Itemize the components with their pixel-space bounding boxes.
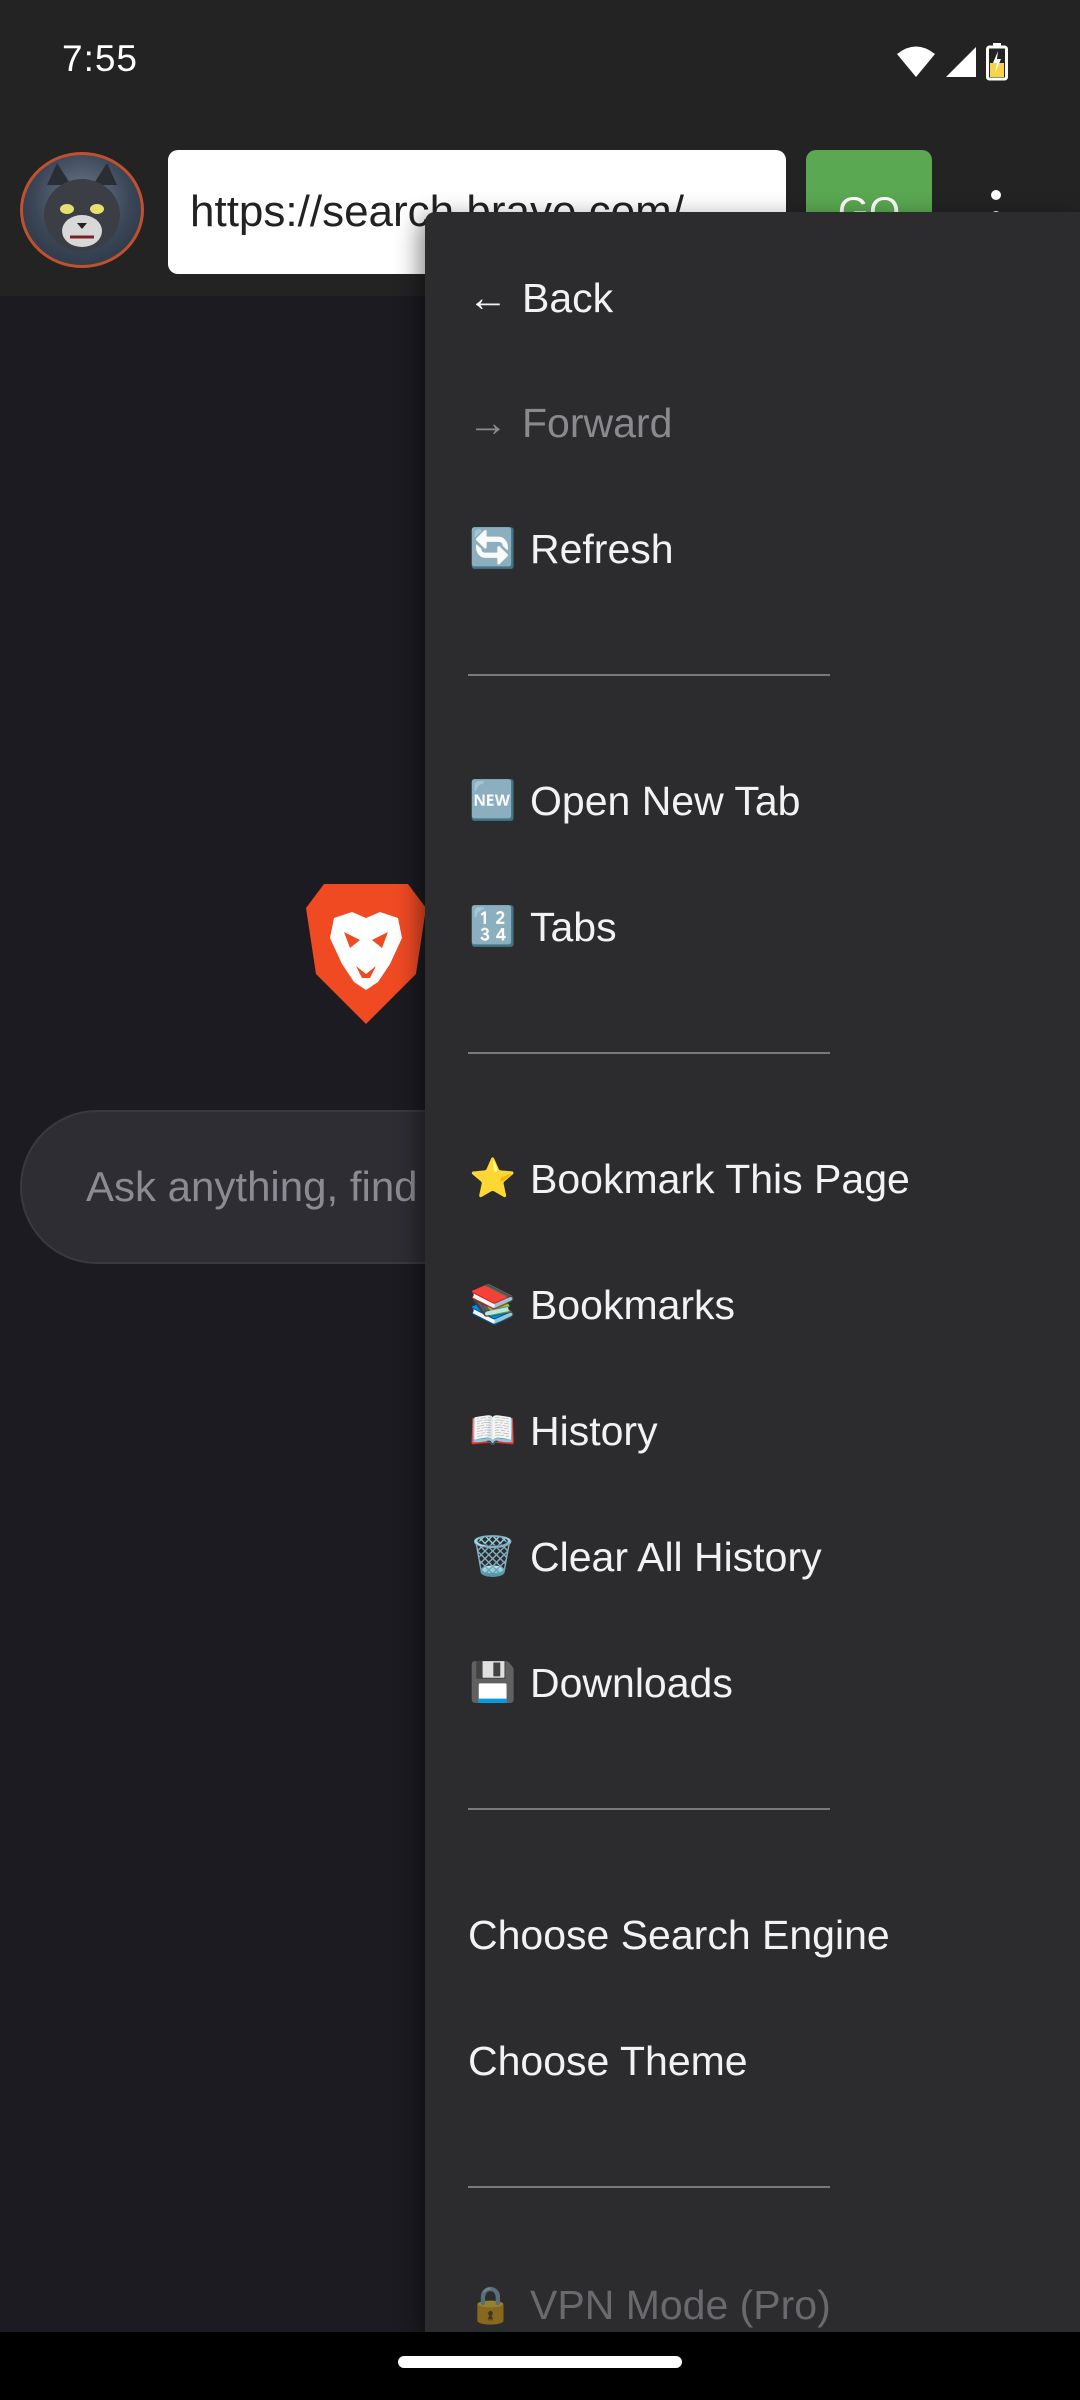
menu-item-back[interactable]: ← Back (468, 248, 613, 348)
forward-arrow-icon: → (468, 400, 508, 445)
menu-item-label: Open New Tab (530, 777, 801, 824)
books-icon: 📚 (469, 1284, 517, 1326)
menu-item-label: Downloads (530, 1659, 733, 1706)
menu-item-label: Bookmarks (530, 1281, 736, 1328)
open-book-icon: 📖 (469, 1410, 517, 1452)
cellular-signal-icon (944, 45, 978, 84)
battery-charging-icon (986, 42, 1008, 86)
menu-item-choose-search-engine[interactable]: Choose Search Engine (468, 1885, 890, 1985)
more-dot (991, 190, 1001, 200)
floppy-disk-icon: 💾 (469, 1662, 517, 1704)
menu-separator (468, 674, 830, 676)
back-arrow-icon: ← (468, 275, 508, 320)
wastebasket-icon: 🗑️ (469, 1536, 517, 1578)
menu-item-history[interactable]: 📖 History (468, 1381, 658, 1481)
menu-item-label: Choose Search Engine (468, 1911, 890, 1958)
menu-item-forward[interactable]: → Forward (468, 373, 672, 473)
wifi-icon (896, 45, 936, 84)
menu-item-label: Tabs (530, 903, 617, 950)
menu-item-label: Back (522, 274, 614, 321)
menu-separator (468, 1808, 830, 1810)
menu-item-label: Choose Theme (468, 2037, 748, 2084)
refresh-icon: 🔄 (469, 528, 517, 570)
menu-item-label: History (530, 1407, 658, 1454)
menu-item-label: Bookmark This Page (530, 1155, 910, 1202)
menu-item-vpn-mode[interactable]: 🔒 VPN Mode (Pro) (468, 2270, 831, 2332)
lock-icon: 🔒 (468, 2284, 513, 2325)
overflow-menu: ← Back → Forward 🔄 Refresh 🆕 Open New Ta… (425, 212, 1080, 2332)
brave-lion-logo-icon (306, 884, 426, 1024)
status-icons (896, 42, 1008, 86)
profile-avatar[interactable] (20, 152, 144, 268)
menu-item-label: Forward (522, 399, 673, 446)
menu-item-bookmarks[interactable]: 📚 Bookmarks (468, 1255, 735, 1355)
navigation-bar (0, 2332, 1080, 2400)
menu-item-choose-theme[interactable]: Choose Theme (468, 2011, 748, 2111)
menu-item-bookmark-this-page[interactable]: ⭐ Bookmark This Page (468, 1129, 910, 1229)
menu-item-label: Refresh (530, 525, 674, 572)
menu-item-refresh[interactable]: 🔄 Refresh (468, 499, 674, 599)
menu-separator (468, 2186, 830, 2188)
status-time: 7:55 (62, 38, 139, 79)
menu-item-label: VPN Mode (Pro) (530, 2281, 831, 2328)
menu-item-open-new-tab[interactable]: 🆕 Open New Tab (468, 751, 800, 851)
menu-item-tabs[interactable]: 🔢 Tabs (468, 877, 617, 977)
numbers-icon: 🔢 (469, 906, 517, 948)
menu-item-clear-all-history[interactable]: 🗑️ Clear All History (468, 1507, 822, 1607)
menu-item-label: Clear All History (530, 1533, 822, 1580)
home-gesture-handle[interactable] (398, 2356, 682, 2368)
menu-separator (468, 1052, 830, 1054)
cat-avatar-icon (44, 163, 120, 251)
star-icon: ⭐ (469, 1158, 517, 1200)
new-icon: 🆕 (469, 780, 517, 822)
menu-item-downloads[interactable]: 💾 Downloads (468, 1633, 733, 1733)
screen: 7:55 Ask anything, find anything ← Back … (0, 0, 1080, 2400)
status-bar: 7:55 (0, 0, 1080, 130)
